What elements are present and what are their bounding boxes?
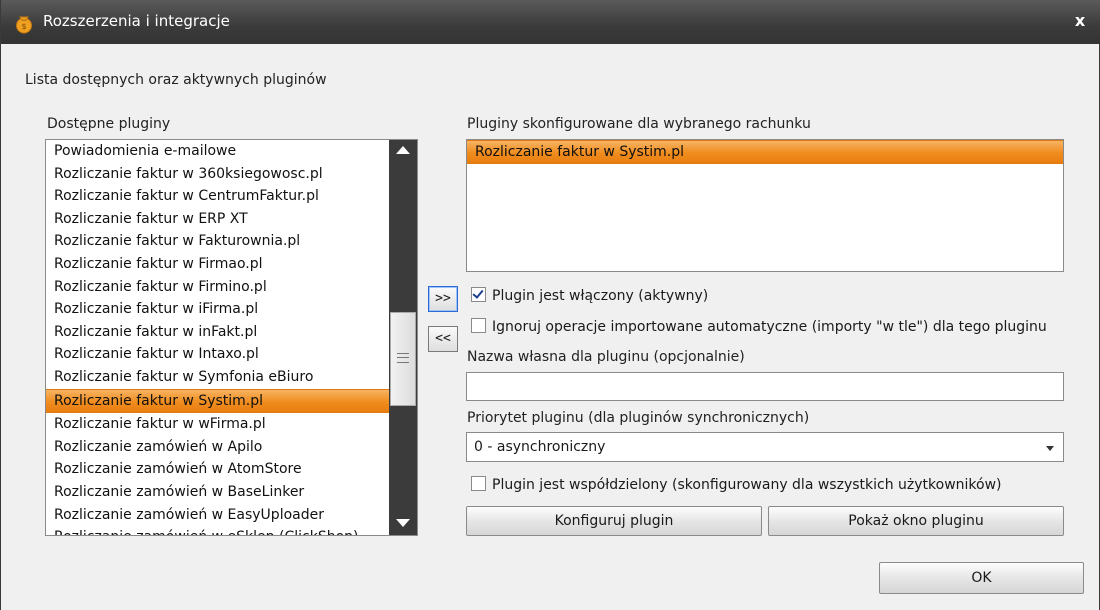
list-item[interactable]: Rozliczanie faktur w Fakturownia.pl [46,230,389,253]
list-item[interactable]: Rozliczanie faktur w Firmino.pl [46,276,389,299]
shared-option[interactable]: Plugin jest współdzielony (skonfigurowan… [471,476,1002,496]
list-item[interactable]: Rozliczanie faktur w Firmao.pl [46,253,389,276]
list-item[interactable]: Rozliczanie zamówień w eSklep (ClickShop… [46,526,389,535]
configured-list-item[interactable]: Rozliczanie faktur w Systim.pl [467,140,1063,164]
available-list-scrollbar[interactable] [389,140,417,535]
list-item[interactable]: Rozliczanie faktur w Symfonia eBiuro [46,366,389,389]
scroll-down-icon[interactable] [396,519,410,527]
list-item[interactable]: Rozliczanie faktur w 360ksiegowosc.pl [46,163,389,186]
close-button[interactable]: x [1067,8,1093,34]
money-bag-icon: $ [16,16,32,34]
ignore-label: Ignoruj operacje importowane automatyczn… [492,319,1047,335]
list-item[interactable]: Rozliczanie faktur w wFirma.pl [46,413,389,436]
available-plugins-list[interactable]: Powiadomienia e-mailowe Rozliczanie faktu… [45,139,418,536]
custom-name-input[interactable] [466,372,1064,401]
priority-select[interactable]: 0 - asynchroniczny [466,432,1064,462]
list-item[interactable]: Rozliczanie faktur w inFakt.pl [46,321,389,344]
remove-plugin-button[interactable]: << [428,326,458,352]
ignore-option[interactable]: Ignoruj operacje importowane automatyczn… [471,318,1047,338]
svg-text:$: $ [21,22,26,31]
scroll-thumb[interactable] [390,312,416,406]
shared-checkbox[interactable] [471,476,486,491]
enabled-option[interactable]: Plugin jest włączony (aktywny) [471,287,708,307]
configured-plugins-list[interactable]: Rozliczanie faktur w Systim.pl [466,139,1064,272]
ignore-checkbox[interactable] [471,318,486,333]
configure-plugin-button[interactable]: Konfiguruj plugin [466,506,762,536]
priority-value: 0 - asynchroniczny [474,439,606,455]
scroll-up-icon[interactable] [396,146,410,154]
list-item[interactable]: Powiadomienia e-mailowe [46,140,389,163]
available-plugins-label: Dostępne pluginy [47,116,171,132]
ok-button[interactable]: OK [879,562,1084,594]
list-item[interactable]: Rozliczanie zamówień w BaseLinker [46,481,389,504]
list-item[interactable]: Rozliczanie faktur w CentrumFaktur.pl [46,185,389,208]
header-label: Lista dostępnych oraz aktywnych pluginów [25,72,327,88]
configured-plugins-label: Pluginy skonfigurowane dla wybranego rac… [467,116,811,132]
title-bar[interactable]: $ Rozszerzenia i integracje x [1,0,1100,44]
list-item[interactable]: Rozliczanie faktur w Systim.pl [46,388,389,414]
list-item[interactable]: Rozliczanie zamówień w EasyUploader [46,504,389,527]
enabled-checkbox[interactable] [471,287,486,302]
show-plugin-window-button[interactable]: Pokaż okno pluginu [768,506,1064,536]
list-item[interactable]: Rozliczanie faktur w iFirma.pl [46,298,389,321]
list-item[interactable]: Rozliczanie zamówień w Apilo [46,436,389,459]
custom-name-label: Nazwa własna dla pluginu (opcjonalnie) [467,349,745,365]
list-item[interactable]: Rozliczanie zamówień w AtomStore [46,458,389,481]
list-item[interactable]: Rozliczanie faktur w Intaxo.pl [46,343,389,366]
plugins-dialog: $ Rozszerzenia i integracje x Lista dost… [0,0,1100,610]
window-title: Rozszerzenia i integracje [43,12,230,30]
enabled-label: Plugin jest włączony (aktywny) [492,288,709,304]
add-plugin-button[interactable]: >> [428,286,458,312]
priority-label: Priorytet pluginu (dla pluginów synchron… [467,410,810,426]
list-item[interactable]: Rozliczanie faktur w ERP XT [46,208,389,231]
dropdown-arrow-icon[interactable] [1046,446,1054,451]
shared-label: Plugin jest współdzielony (skonfigurowan… [492,477,1002,493]
grip-icon [397,353,409,363]
